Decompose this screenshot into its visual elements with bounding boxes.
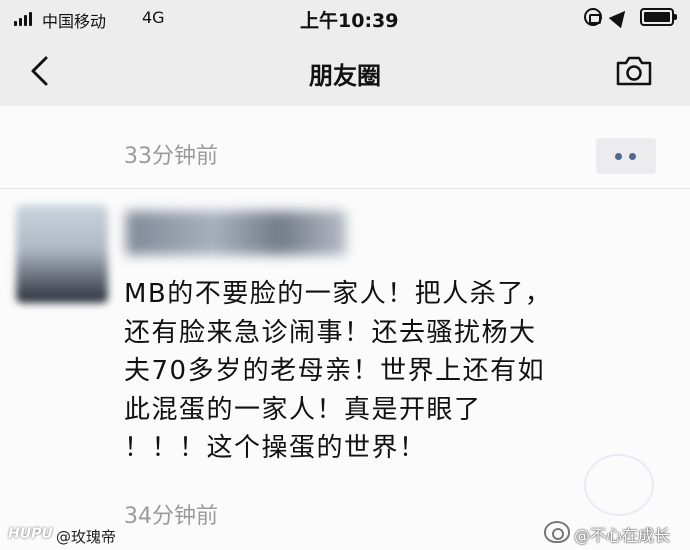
nav-bar: 朋友圈 bbox=[0, 36, 690, 106]
orientation-lock-icon bbox=[584, 8, 602, 26]
moment-post: 33分钟前 bbox=[0, 106, 690, 188]
page-title: 朋友圈 bbox=[309, 62, 381, 90]
post-text-line: 此混蛋的一家人！真是开眼了 bbox=[124, 394, 482, 425]
signal-icon bbox=[14, 12, 32, 26]
post-text: MB的不要脸的一家人！把人杀了， 还有脸来急诊闹事！还去骚扰杨大 夫70多岁的老… bbox=[124, 275, 674, 468]
post-time: 34分钟前 bbox=[124, 504, 218, 529]
more-dots-icon bbox=[629, 153, 636, 160]
carrier-name: 中国移动 bbox=[42, 12, 107, 31]
location-icon bbox=[608, 5, 632, 29]
camera-button[interactable] bbox=[614, 53, 654, 89]
hupu-logo: HUPU bbox=[8, 526, 53, 542]
battery-icon bbox=[640, 8, 677, 26]
username-blurred[interactable] bbox=[126, 211, 346, 255]
network-type: 4G bbox=[142, 8, 165, 27]
source-handle: @玫瑰帝 bbox=[56, 528, 117, 546]
weibo-handle: @不心在成长 bbox=[574, 526, 671, 545]
post-text-line: 夫70多岁的老母亲！世界上还有如 bbox=[124, 356, 546, 386]
more-button[interactable] bbox=[596, 138, 656, 174]
more-dots-icon bbox=[615, 153, 622, 160]
post-text-line: MB的不要脸的一家人！把人杀了， bbox=[124, 279, 553, 309]
camera-icon bbox=[616, 56, 652, 86]
status-bar: 中国移动 4G 上午10:39 bbox=[0, 0, 690, 36]
post-time: 33分钟前 bbox=[124, 144, 218, 169]
weibo-icon bbox=[544, 521, 570, 543]
post-text-line: ！！！这个操蛋的世界！ bbox=[124, 433, 427, 463]
avatar[interactable] bbox=[16, 205, 108, 303]
status-time: 上午10:39 bbox=[300, 10, 399, 32]
post-text-line: 还有脸来急诊闹事！还去骚扰杨大 bbox=[124, 317, 537, 348]
watermark-logo bbox=[584, 454, 654, 516]
